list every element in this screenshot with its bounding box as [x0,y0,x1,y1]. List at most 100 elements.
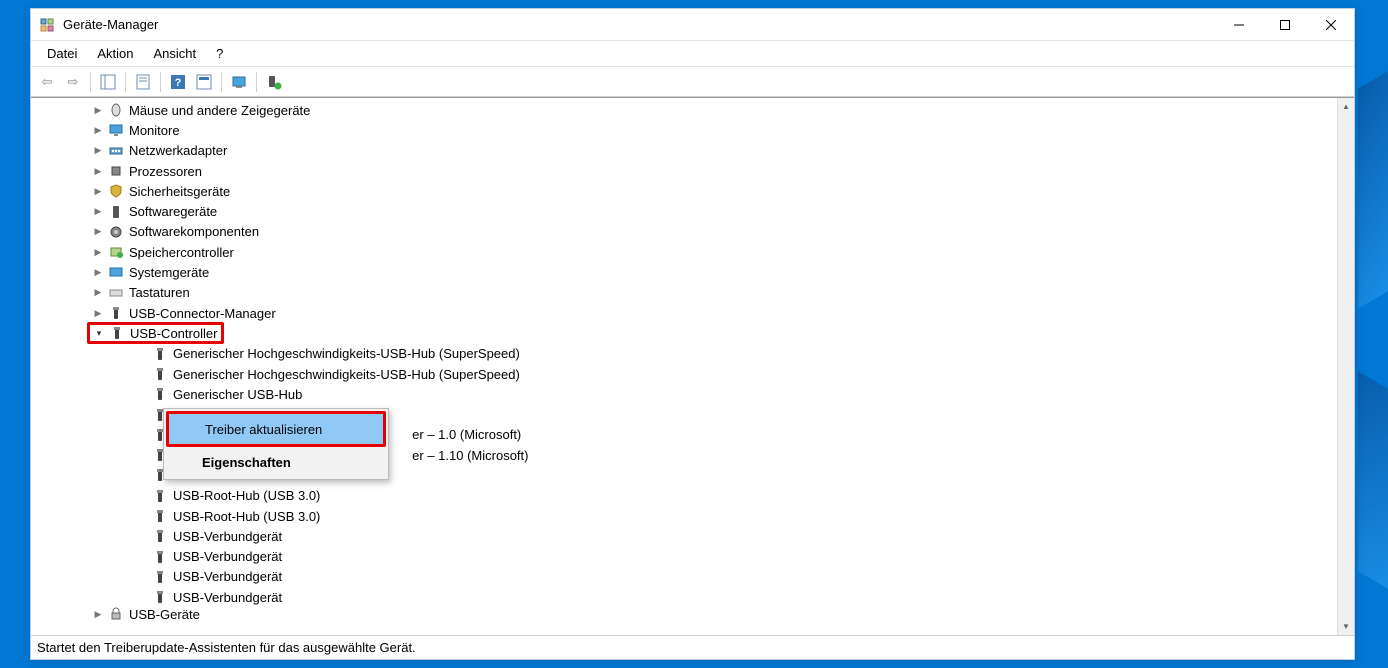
device-manager-window: Geräte-Manager Datei Aktion Ansicht ? ⇦ … [30,8,1355,660]
tree-label: Softwarekomponenten [129,224,259,239]
usb-icon [108,325,126,341]
usb-icon [151,366,169,382]
chevron-right-icon[interactable]: ▶ [91,103,105,117]
tree-item-usb-controller[interactable]: ▾ USB-Controller [31,323,1354,343]
device-add-icon [266,74,282,90]
tree-label: USB-Geräte [129,607,200,621]
tree-icon [100,74,116,90]
window-title: Geräte-Manager [63,17,158,32]
menu-file[interactable]: Datei [37,44,87,63]
tree-label: Generischer USB-Hub [173,387,302,402]
tree-item[interactable]: Generischer Hochgeschwindigkeits-USB-Hub… [31,364,1354,384]
tree-label: USB-Verbundgerät [173,529,282,544]
tree-item[interactable]: ▶ Mäuse und andere Zeigegeräte [31,100,1354,120]
tree-item[interactable]: USB-Verbundgerät [31,526,1354,546]
menubar: Datei Aktion Ansicht ? [31,41,1354,67]
tree-label: USB-Verbundgerät [173,590,282,605]
minimize-button[interactable] [1216,9,1262,41]
network-icon [107,143,125,159]
usb-icon [151,549,169,565]
tree-item[interactable]: ▶ Prozessoren [31,161,1354,181]
status-text: Startet den Treiberupdate-Assistenten fü… [37,640,416,655]
update-driver-button[interactable] [227,70,251,94]
tree-item[interactable]: ▶ Softwaregeräte [31,201,1354,221]
software-icon [107,204,125,220]
tree-label: USB-Connector-Manager [129,306,276,321]
device-tree[interactable]: ▶ Mäuse und andere Zeigegeräte ▶ Monitor… [31,98,1354,635]
tree-label: Prozessoren [129,164,202,179]
tree-item[interactable]: ▶ Netzwerkadapter [31,141,1354,161]
chevron-right-icon[interactable]: ▶ [91,306,105,320]
tree-item[interactable]: ▶ USB-Connector-Manager [31,303,1354,323]
help-button[interactable]: ? [166,70,190,94]
menu-view[interactable]: Ansicht [144,44,207,63]
ctx-properties[interactable]: Eigenschaften [166,447,386,477]
menu-help[interactable]: ? [206,44,233,63]
tree-item[interactable]: ▶ Systemgeräte [31,262,1354,282]
back-button[interactable]: ⇦ [35,70,59,94]
scroll-down-icon[interactable]: ▼ [1338,618,1354,635]
tree-label: USB-Verbundgerät [173,549,282,564]
chevron-right-icon[interactable]: ▶ [91,607,105,621]
tree-label: Netzwerkadapter [129,143,227,158]
tree-item[interactable]: Generischer Hochgeschwindigkeits-USB-Hub… [31,344,1354,364]
statusbar: Startet den Treiberupdate-Assistenten fü… [31,635,1354,659]
ctx-update-driver[interactable]: Treiber aktualisieren [169,414,383,444]
tree-label: Generischer Hochgeschwindigkeits-USB-Hub… [173,367,520,382]
titlebar[interactable]: Geräte-Manager [31,9,1354,41]
properties-button[interactable] [131,70,155,94]
chevron-right-icon[interactable]: ▶ [91,205,105,219]
tree-item[interactable]: Generischer USB-Hub [31,384,1354,404]
usb-icon [107,305,125,321]
close-button[interactable] [1308,9,1354,41]
tree-item[interactable]: ▶ Speichercontroller [31,242,1354,262]
device-manager-icon [39,17,55,33]
usb-icon [151,528,169,544]
maximize-button[interactable] [1262,9,1308,41]
show-hide-tree-button[interactable] [96,70,120,94]
tree-label: USB-Controller [130,326,217,341]
tree-item[interactable]: USB-Root-Hub (USB 3.0) [31,506,1354,526]
chevron-right-icon[interactable]: ▶ [91,266,105,280]
system-icon [107,265,125,281]
tree-item[interactable]: ▶ Tastaturen [31,283,1354,303]
tree-item[interactable]: ▶ Monitore [31,120,1354,140]
vertical-scrollbar[interactable]: ▲ ▼ [1337,98,1354,635]
scan-icon [196,74,212,90]
scan-button[interactable] [192,70,216,94]
scroll-up-icon[interactable]: ▲ [1338,98,1354,115]
chevron-right-icon[interactable]: ▶ [91,184,105,198]
tree-item[interactable]: ▶ Sicherheitsgeräte [31,181,1354,201]
tree-label: Softwaregeräte [129,204,217,219]
tree-item[interactable]: USB-Root-Hub (USB 3.0) [31,486,1354,506]
svg-text:?: ? [175,77,182,89]
update-icon [231,74,247,90]
tree-item[interactable]: USB-Verbundgerät [31,587,1354,607]
shield-icon [107,183,125,199]
tree-label: Generischer Hochgeschwindigkeits-USB-Hub… [173,346,520,361]
component-icon [107,224,125,240]
forward-button[interactable]: ⇨ [61,70,85,94]
tree-item[interactable]: USB-Verbundgerät [31,567,1354,587]
context-menu: Treiber aktualisieren Eigenschaften [163,408,389,480]
tree-item[interactable]: ▶ Softwarekomponenten [31,222,1354,242]
tree-label: Monitore [129,123,180,138]
toolbar: ⇦ ⇨ ? [31,67,1354,97]
chevron-down-icon[interactable]: ▾ [92,326,106,340]
menu-action[interactable]: Aktion [87,44,143,63]
chevron-right-icon[interactable]: ▶ [91,144,105,158]
chevron-right-icon[interactable]: ▶ [91,225,105,239]
storage-icon [107,244,125,260]
chevron-right-icon[interactable]: ▶ [91,164,105,178]
lock-icon [107,607,125,621]
tree-item[interactable]: USB-Verbundgerät [31,547,1354,567]
tree-label: Sicherheitsgeräte [129,184,230,199]
chevron-right-icon[interactable]: ▶ [91,123,105,137]
page-icon [135,74,151,90]
usb-icon [151,488,169,504]
keyboard-icon [107,285,125,301]
uninstall-button[interactable] [262,70,286,94]
tree-item[interactable]: ▶ USB-Geräte [31,607,1354,621]
chevron-right-icon[interactable]: ▶ [91,245,105,259]
chevron-right-icon[interactable]: ▶ [91,286,105,300]
